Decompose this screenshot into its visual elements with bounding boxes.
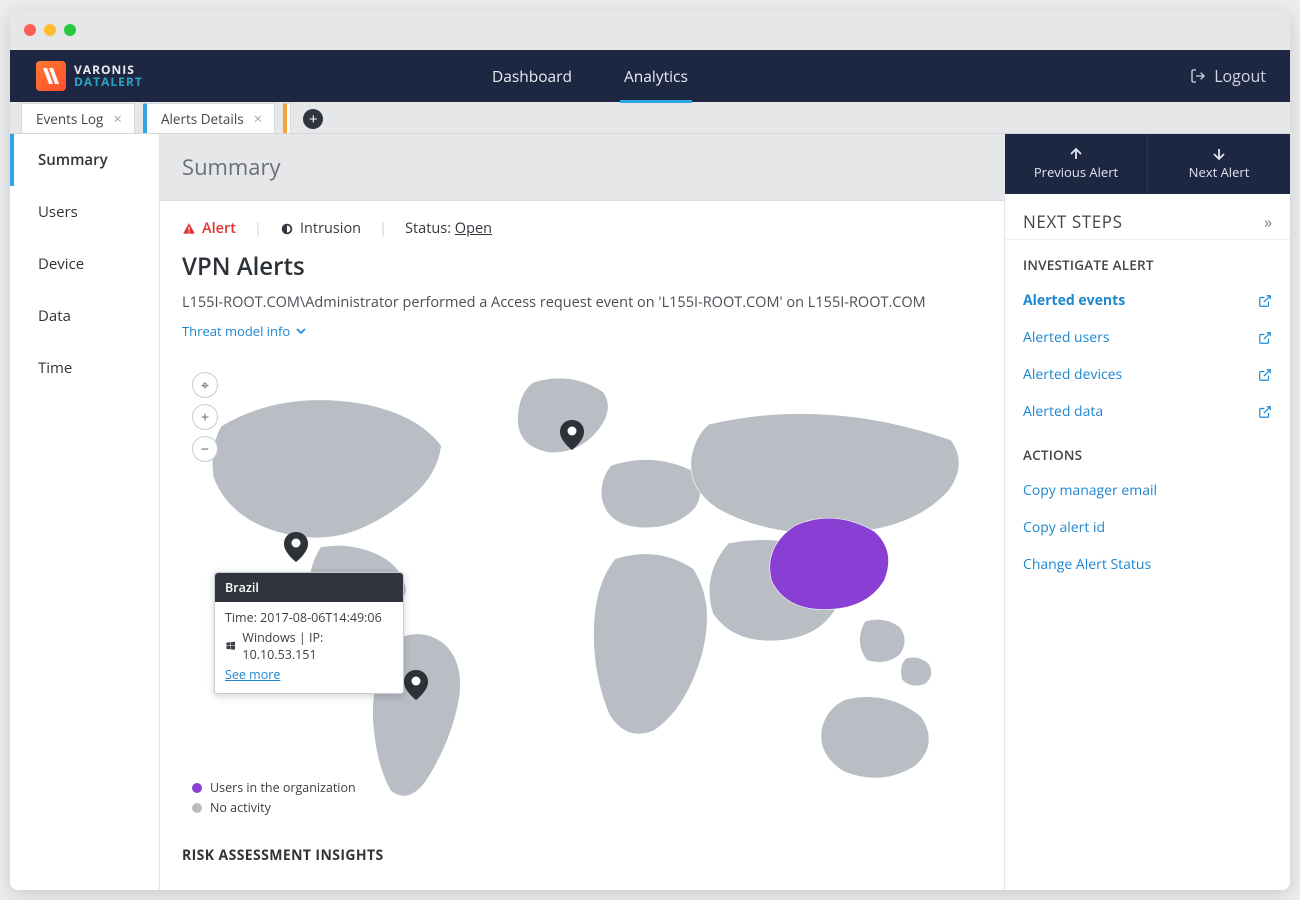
tab-label: Events Log <box>36 110 103 128</box>
external-link-icon <box>1258 405 1272 419</box>
add-tab-button[interactable]: + <box>303 109 323 129</box>
shield-icon <box>280 222 294 236</box>
brand-logo-icon <box>36 61 66 91</box>
top-nav: VARONIS DATALERT Dashboard Analytics Log… <box>10 50 1290 102</box>
map-zoom-in-button[interactable]: + <box>192 404 218 430</box>
alerted-devices-link[interactable]: Alerted devices <box>1005 356 1290 393</box>
map-pin-icon[interactable] <box>404 670 428 700</box>
copy-manager-email-link[interactable]: Copy manager email <box>1005 472 1290 509</box>
external-link-icon <box>1258 294 1272 308</box>
side-nav: Summary Users Device Data Time <box>10 134 160 890</box>
brand-text: VARONIS DATALERT <box>74 64 143 88</box>
warning-icon <box>182 222 196 236</box>
status-value[interactable]: Open <box>455 219 492 238</box>
page-title: Summary <box>160 134 1004 201</box>
external-link-icon <box>1258 331 1272 345</box>
tab-alerts-details[interactable]: Alerts Details × <box>143 103 275 133</box>
chevron-down-icon <box>296 326 306 336</box>
mac-titlebar <box>10 10 1290 50</box>
next-alert-button[interactable]: Next Alert <box>1148 134 1290 194</box>
sidebar-item-data[interactable]: Data <box>10 290 159 342</box>
brand: VARONIS DATALERT <box>10 61 490 91</box>
previous-alert-button[interactable]: Previous Alert <box>1005 134 1148 194</box>
minimize-icon[interactable] <box>44 24 56 36</box>
risk-assessment-heading: RISK ASSESSMENT INSIGHTS <box>160 832 1004 869</box>
sidebar-item-summary[interactable]: Summary <box>10 134 159 186</box>
tab-label: Alerts Details <box>161 110 244 128</box>
map-legend: Users in the organization No activity <box>192 776 356 816</box>
map-controls: ⌖ + − <box>192 372 218 462</box>
map-zoom-out-button[interactable]: − <box>192 436 218 462</box>
tab-events-log[interactable]: Events Log × <box>21 103 135 133</box>
legend-dot-purple <box>192 783 202 793</box>
intrusion-label: Intrusion <box>280 219 361 238</box>
nav-dashboard[interactable]: Dashboard <box>490 51 574 101</box>
nav-analytics[interactable]: Analytics <box>622 51 690 101</box>
copy-alert-id-link[interactable]: Copy alert id <box>1005 509 1290 546</box>
map-tooltip: Brazil Time: 2017-08-06T14:49:06 Windows… <box>214 572 404 694</box>
map-pin-icon[interactable] <box>560 420 584 450</box>
main-content: Summary Alert | Intrusion | Status: Open… <box>160 134 1004 890</box>
sidebar-item-time[interactable]: Time <box>10 342 159 394</box>
next-steps-header: NEXT STEPS » <box>1005 194 1290 240</box>
change-alert-status-link[interactable]: Change Alert Status <box>1005 546 1290 583</box>
status: Status: Open <box>405 219 492 238</box>
sidebar-item-users[interactable]: Users <box>10 186 159 238</box>
logout-label: Logout <box>1214 65 1266 87</box>
world-map[interactable]: ⌖ + − <box>182 362 982 822</box>
sidebar-item-device[interactable]: Device <box>10 238 159 290</box>
external-link-icon <box>1258 368 1272 382</box>
windows-icon <box>225 640 236 652</box>
arrow-up-icon <box>1068 147 1084 161</box>
map-pin-icon[interactable] <box>284 532 308 562</box>
tab-bar: Events Log × Alerts Details × + <box>10 102 1290 134</box>
legend-dot-gray <box>192 803 202 813</box>
tooltip-title: Brazil <box>215 573 403 602</box>
maximize-icon[interactable] <box>64 24 76 36</box>
alerted-users-link[interactable]: Alerted users <box>1005 319 1290 356</box>
map-reset-button[interactable]: ⌖ <box>192 372 218 398</box>
alerted-data-link[interactable]: Alerted data <box>1005 393 1290 430</box>
tab-collapsed[interactable] <box>283 103 291 133</box>
alert-description: L155I-ROOT.COM\Administrator performed a… <box>160 289 1004 316</box>
tooltip-time: Time: 2017-08-06T14:49:06 <box>225 609 393 626</box>
tooltip-os-ip: Windows | IP: 10.10.53.151 <box>225 629 393 663</box>
close-tab-icon[interactable]: × <box>113 109 122 129</box>
chevron-right-icon[interactable]: » <box>1264 211 1272 233</box>
logout-icon <box>1190 68 1206 84</box>
close-tab-icon[interactable]: × <box>254 109 263 129</box>
alert-heading: VPN Alerts <box>160 244 1004 289</box>
right-panel: Previous Alert Next Alert NEXT STEPS » I… <box>1004 134 1290 890</box>
tooltip-see-more-link[interactable]: See more <box>225 666 280 683</box>
app-window: VARONIS DATALERT Dashboard Analytics Log… <box>10 10 1290 890</box>
alert-meta: Alert | Intrusion | Status: Open <box>160 201 1004 244</box>
threat-model-info-link[interactable]: Threat model info <box>160 316 1004 346</box>
close-icon[interactable] <box>24 24 36 36</box>
alerted-events-link[interactable]: Alerted events <box>1005 282 1290 319</box>
arrow-down-icon <box>1211 147 1227 161</box>
actions-heading: ACTIONS <box>1005 430 1290 472</box>
alert-badge: Alert <box>182 219 236 238</box>
logout-button[interactable]: Logout <box>1190 65 1290 87</box>
investigate-heading: INVESTIGATE ALERT <box>1005 240 1290 282</box>
